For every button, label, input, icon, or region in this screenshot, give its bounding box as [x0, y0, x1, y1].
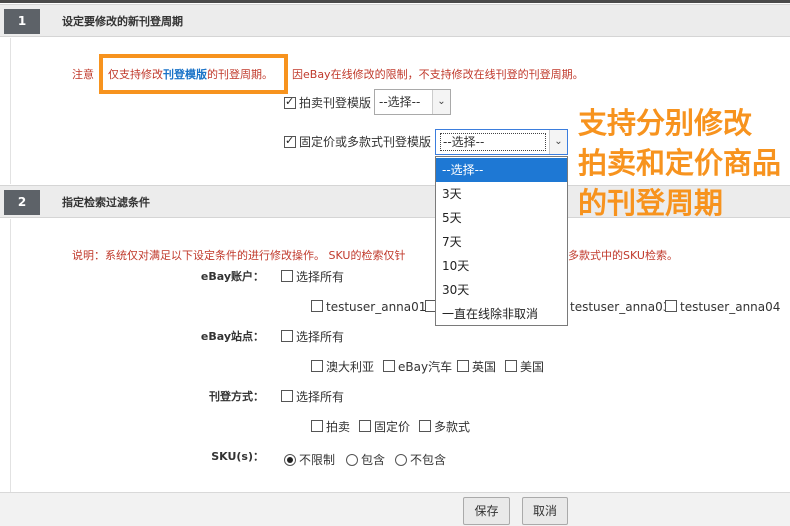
account-label: eBay账户：: [200, 270, 264, 283]
format-checkbox-auction[interactable]: [311, 420, 323, 432]
dropdown-option[interactable]: 一直在线除非取消: [436, 302, 567, 326]
site-label-motors: eBay汽车: [398, 360, 453, 374]
format-label-variation: 多款式: [434, 420, 471, 434]
account-select-all-checkbox[interactable]: [281, 270, 293, 282]
format-label-auction: 拍卖: [326, 420, 351, 434]
site-checkbox-australia[interactable]: [311, 360, 323, 372]
sku-radio-exclude[interactable]: [395, 454, 407, 466]
fixed-template-checkbox[interactable]: [284, 134, 296, 148]
sku-radio-unlimited-label: 不限制: [299, 453, 336, 467]
site-select-all-checkbox[interactable]: [281, 330, 293, 342]
edit-notice: 注意: [72, 66, 94, 82]
sku-label: SKU(s)：: [211, 450, 264, 463]
fixed-template-label: 固定价或多款式刊登模版: [299, 135, 432, 149]
site-checkbox-us[interactable]: [505, 360, 517, 372]
auction-select-value: --选择--: [379, 95, 421, 109]
cancel-button[interactable]: 取消: [522, 497, 568, 525]
format-checkbox-fixed[interactable]: [359, 420, 371, 432]
annotation-line-2: 拍卖和定价商品: [578, 146, 782, 180]
top-border: [0, 0, 790, 3]
highlight-box: [99, 54, 288, 94]
account-checkbox-anna04[interactable]: [665, 300, 677, 312]
fixed-select-value: --选择--: [440, 133, 546, 151]
dropdown-option[interactable]: 5天: [436, 206, 567, 230]
account-label-anna04: testuser_anna04: [680, 300, 781, 314]
account-label-anna01: testuser_anna01: [326, 300, 427, 314]
site-checkbox-motors[interactable]: [383, 360, 395, 372]
annotation-line-1: 支持分别修改: [578, 106, 753, 140]
site-label-uk: 英国: [472, 360, 497, 374]
auction-template-checkbox[interactable]: [284, 95, 296, 109]
site-label-australia: 澳大利亚: [326, 360, 375, 374]
dropdown-option[interactable]: 10天: [436, 254, 567, 278]
site-checkbox-uk[interactable]: [457, 360, 469, 372]
annotation-line-3: 的刊登周期: [578, 186, 724, 220]
notice-prefix: 注意: [72, 68, 94, 81]
site-label-us: 美国: [520, 360, 545, 374]
section-2-title: 指定检索过滤条件: [62, 196, 150, 209]
section-1-title: 设定要修改的新刊登周期: [62, 15, 183, 28]
filter-notice-left: 说明：系统仅对满足以下设定条件的进行修改操作。 SKU的检索仅针: [72, 249, 406, 262]
filter-notice-right: 多款式中的SKU检索。: [568, 249, 678, 262]
chevron-down-icon: ⌄: [432, 90, 450, 114]
site-select-all-label: 选择所有: [296, 330, 345, 344]
fixed-template-select[interactable]: --选择-- ⌄: [435, 129, 568, 155]
format-label-fixed: 固定价: [374, 420, 411, 434]
format-select-all-checkbox[interactable]: [281, 390, 293, 402]
auction-template-select[interactable]: --选择-- ⌄: [374, 89, 451, 115]
format-label: 刊登方式：: [209, 390, 264, 403]
sku-radio-include-label: 包含: [361, 453, 386, 467]
dropdown-option[interactable]: --选择--: [436, 158, 567, 182]
sku-radio-unlimited[interactable]: [284, 454, 296, 466]
auction-template-label: 拍卖刊登模版: [299, 96, 372, 110]
account-select-all-label: 选择所有: [296, 270, 345, 284]
sku-radio-exclude-label: 不包含: [410, 453, 447, 467]
notice-rest: 因eBay在线修改的限制，不支持修改在线刊登的刊登周期。: [292, 68, 584, 81]
save-button[interactable]: 保存: [463, 497, 510, 525]
listing-duration-dropdown[interactable]: --选择-- 3天 5天 7天 10天 30天 一直在线除非取消: [435, 156, 568, 326]
account-checkbox-anna01[interactable]: [311, 300, 323, 312]
dropdown-option[interactable]: 7天: [436, 230, 567, 254]
chevron-down-icon: ⌄: [549, 130, 567, 154]
dropdown-option[interactable]: 3天: [436, 182, 567, 206]
section-2-number: 2: [4, 190, 40, 215]
section-1-header: 1 设定要修改的新刊登周期: [0, 4, 790, 37]
dropdown-option[interactable]: 30天: [436, 278, 567, 302]
footer-bar: [0, 492, 790, 526]
section-1-number: 1: [4, 9, 40, 34]
sku-radio-include[interactable]: [346, 454, 358, 466]
format-checkbox-variation[interactable]: [419, 420, 431, 432]
site-label: eBay站点：: [200, 330, 264, 343]
format-select-all-label: 选择所有: [296, 390, 345, 404]
account-label-anna03: testuser_anna03: [570, 300, 671, 314]
